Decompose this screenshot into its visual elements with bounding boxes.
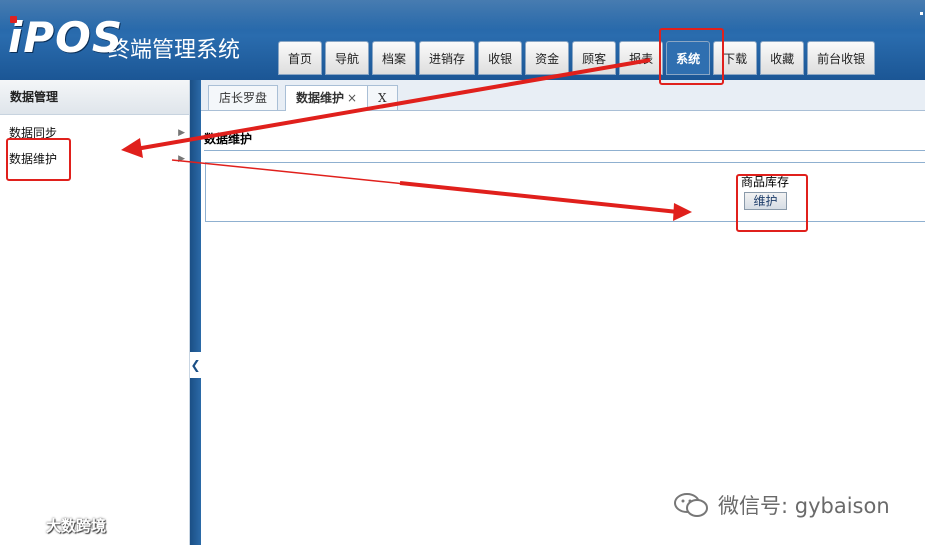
nav-tab-inventory[interactable]: 进销存 (419, 41, 476, 75)
sidebar-title: 数据管理 (0, 80, 189, 115)
section-title: 数据维护 (204, 132, 253, 146)
main-nav: 首页 导航 档案 进销存 收银 资金 顾客 报表 系统 下载 收藏 前台收银 (278, 41, 876, 75)
wechat-id-text: 微信号: gybaison (718, 494, 890, 518)
chevron-right-icon: ▶ (178, 128, 185, 138)
header-shine (0, 0, 925, 30)
page-tab-bar: 店长罗盘 数据维护 × X (201, 80, 925, 111)
collapse-sidebar-icon[interactable]: ❮ (190, 352, 201, 378)
sidebar-splitter[interactable] (190, 80, 201, 545)
nav-tab-cashier[interactable]: 收银 (478, 41, 523, 75)
section-divider (204, 150, 925, 151)
ipos-logo: iPOS (8, 13, 124, 62)
brand-watermark: 大数跨境 (8, 515, 106, 536)
nav-tab-funds[interactable]: 资金 (525, 41, 570, 75)
highlight-maintain-button (736, 174, 808, 232)
close-icon[interactable]: × (347, 91, 357, 105)
wechat-icon (674, 493, 708, 517)
tab-close-all[interactable]: X (367, 85, 398, 110)
highlight-system-tab (659, 28, 724, 85)
corner-dot (920, 12, 923, 15)
highlight-data-maintenance (6, 138, 71, 181)
nav-tab-navigation[interactable]: 导航 (325, 41, 370, 75)
tab-data-maintenance[interactable]: 数据维护 × (285, 85, 369, 111)
nav-tab-reports[interactable]: 报表 (619, 41, 664, 75)
nav-tab-customers[interactable]: 顾客 (572, 41, 617, 75)
brand-logo-icon (9, 518, 37, 533)
nav-tab-home[interactable]: 首页 (278, 41, 323, 75)
nav-tab-archive[interactable]: 档案 (372, 41, 417, 75)
wechat-watermark: 微信号: gybaison (672, 490, 890, 520)
nav-tab-favorites[interactable]: 收藏 (760, 41, 805, 75)
system-name: 终端管理系统 (108, 38, 241, 63)
chevron-right-icon: ▶ (178, 154, 185, 164)
tab-label: 数据维护 (296, 91, 345, 105)
tab-store-compass[interactable]: 店长罗盘 (208, 85, 279, 110)
app-header: iPOS 终端管理系统 首页 导航 档案 进销存 收银 资金 顾客 报表 系统 … (0, 0, 925, 80)
maintenance-panel (205, 162, 925, 222)
logo-dot-icon (10, 16, 17, 23)
brand-watermark-text: 大数跨境 (46, 517, 107, 535)
nav-tab-front-cashier[interactable]: 前台收银 (807, 41, 876, 75)
